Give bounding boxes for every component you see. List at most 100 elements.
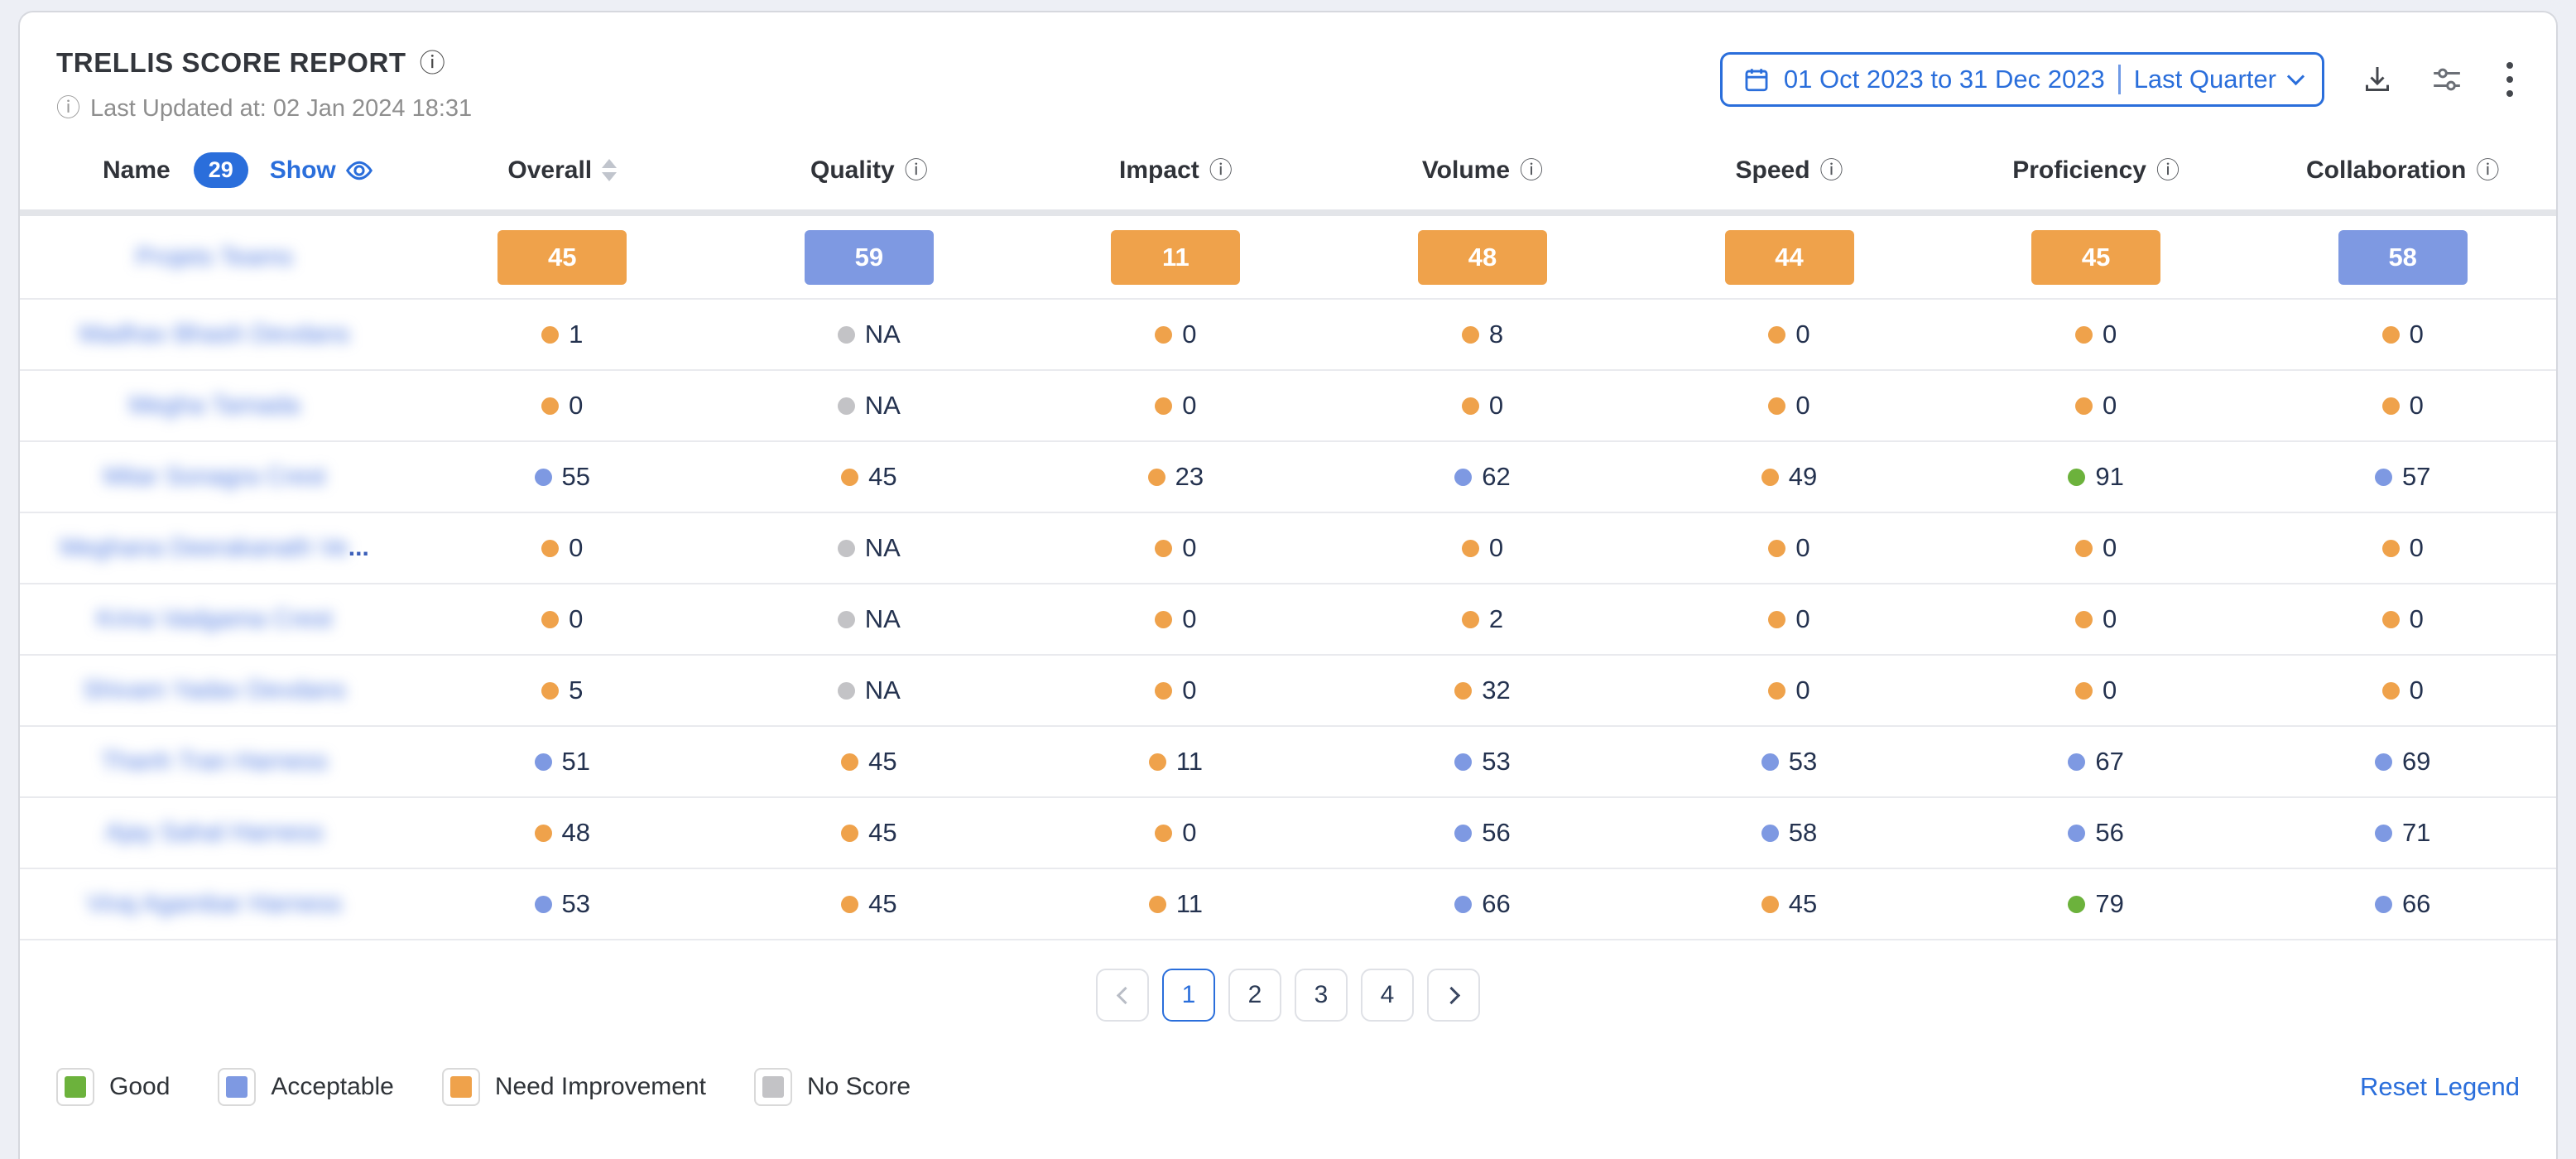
score-level-dot (841, 469, 858, 486)
score-cell: NA (716, 299, 1023, 370)
score-dot-value: 0 (2075, 533, 2117, 563)
score-level-dot (541, 682, 559, 700)
more-options-button[interactable] (2500, 59, 2520, 100)
reset-legend-link[interactable]: Reset Legend (2360, 1072, 2520, 1102)
table-row: Thanh Tran Harness51451153536769 (20, 726, 2556, 797)
score-value: 0 (1182, 818, 1196, 848)
score-cell: 0 (409, 370, 716, 441)
page-button-3[interactable]: 3 (1295, 969, 1348, 1022)
score-value: NA (865, 391, 901, 421)
score-level-dot (1462, 326, 1479, 344)
score-cell: NA (716, 655, 1023, 726)
score-dot-value: 0 (1155, 818, 1196, 848)
score-value: 0 (1795, 320, 1809, 349)
member-name-link[interactable]: Shivam Yadav Devdans (83, 676, 345, 704)
score-value: 0 (2410, 676, 2424, 705)
name-cell: Ajay Sahal Harness (20, 797, 409, 868)
member-name-link[interactable]: Mitar Sonagra Crest (103, 463, 325, 490)
download-button[interactable] (2361, 63, 2394, 96)
score-dot-value: 45 (841, 818, 896, 848)
score-dot-value: 0 (1768, 533, 1809, 563)
score-value: 8 (1489, 320, 1503, 349)
score-level-dot (1462, 611, 1479, 628)
legend-color-swatch (762, 1076, 784, 1098)
score-cell: 23 (1022, 441, 1329, 512)
title-info-icon[interactable]: ⓘ (420, 50, 445, 76)
legend-item-acceptable[interactable]: Acceptable (218, 1068, 393, 1106)
score-level-dot (838, 682, 855, 700)
previous-page-button[interactable] (1096, 969, 1149, 1022)
page-button-1[interactable]: 1 (1162, 969, 1215, 1022)
name-cell: Shivam Yadav Devdans (20, 655, 409, 726)
member-name-link[interactable]: Megha Tamada (129, 392, 300, 419)
legend-item-no-score[interactable]: No Score (754, 1068, 911, 1106)
member-name-link[interactable]: Projets Teams (136, 243, 293, 271)
score-value: 0 (1795, 533, 1809, 563)
score-value: 53 (562, 889, 590, 919)
score-dot-value: 66 (2375, 889, 2430, 919)
member-name-link[interactable]: Viraj Agambar Harness (87, 890, 342, 917)
info-icon[interactable]: ⓘ (1820, 159, 1843, 182)
legend-bar: Good Acceptable Need Improvement No Score R… (20, 1068, 2556, 1106)
score-chip: 45 (497, 230, 627, 285)
date-preset-text: Last Quarter (2134, 65, 2276, 94)
member-name-link[interactable]: Meghana Deerakanath Ve... (60, 534, 369, 561)
score-cell: 0 (1943, 584, 2250, 655)
member-name-link[interactable]: Ajay Sahal Harness (105, 819, 323, 846)
date-separator (2118, 65, 2121, 94)
member-name-link[interactable]: Thanh Tran Harness (101, 748, 327, 775)
score-cell: NA (716, 370, 1023, 441)
score-cell: 0 (409, 512, 716, 584)
score-dot-value: 2 (1462, 604, 1503, 634)
info-icon[interactable]: ⓘ (2476, 159, 2499, 182)
score-value: 1 (569, 320, 583, 349)
score-cell: 0 (1636, 655, 1943, 726)
column-header-speed: Speedⓘ (1636, 152, 1943, 213)
score-dot-value: 0 (1155, 604, 1196, 634)
redacted-name-text: Projets Teams (136, 243, 293, 271)
column-settings-button[interactable] (2430, 63, 2463, 96)
score-dot-value: 0 (2382, 676, 2424, 705)
score-level-dot (1454, 682, 1472, 700)
score-value: 0 (2103, 320, 2117, 349)
score-level-dot (838, 326, 855, 344)
score-level-dot (1155, 397, 1172, 415)
table-row: Ajay Sahal Harness4845056585671 (20, 797, 2556, 868)
score-level-dot (2382, 611, 2400, 628)
score-level-dot (2075, 682, 2093, 700)
score-value: 32 (1482, 676, 1510, 705)
score-dot-value: 49 (1761, 462, 1817, 492)
column-header-quality: Qualityⓘ (716, 152, 1023, 213)
score-value: 0 (1182, 391, 1196, 421)
member-name-link[interactable]: Krina Vadgama Crest (97, 605, 333, 632)
page-button-4[interactable]: 4 (1361, 969, 1414, 1022)
info-icon[interactable]: ⓘ (1209, 159, 1233, 182)
score-dot-value: 0 (541, 604, 583, 634)
info-icon[interactable]: ⓘ (905, 159, 928, 182)
score-cell: 0 (2249, 299, 2556, 370)
legend-item-good[interactable]: Good (56, 1068, 170, 1106)
redacted-name-text: Mitar Sonagra Crest (103, 463, 325, 490)
table-row: Megha Tamada0NA00000 (20, 370, 2556, 441)
score-cell: 49 (1636, 441, 1943, 512)
score-cell: 45 (716, 441, 1023, 512)
info-icon[interactable]: ⓘ (1520, 159, 1543, 182)
score-dot-value: NA (838, 391, 901, 421)
score-value: 0 (2410, 320, 2424, 349)
date-range-button[interactable]: 01 Oct 2023 to 31 Dec 2023 Last Quarter (1720, 52, 2324, 107)
score-value: 66 (2402, 889, 2430, 919)
info-icon[interactable]: ⓘ (2156, 159, 2180, 182)
score-level-dot (1454, 896, 1472, 913)
score-value: 0 (1182, 604, 1196, 634)
redacted-name-text: Shivam Yadav Devdans (83, 676, 345, 704)
score-dot-value: 45 (841, 747, 896, 777)
page-button-2[interactable]: 2 (1228, 969, 1281, 1022)
sort-icon[interactable] (602, 159, 617, 181)
column-label: Volume (1422, 156, 1510, 185)
next-page-button[interactable] (1427, 969, 1480, 1022)
show-names-link[interactable]: Show (270, 156, 374, 185)
score-chip: 48 (1418, 230, 1547, 285)
legend-item-need-improvement[interactable]: Need Improvement (442, 1068, 706, 1106)
score-value: 0 (2410, 391, 2424, 421)
member-name-link[interactable]: Madhav Bhash Devdans (79, 320, 350, 348)
